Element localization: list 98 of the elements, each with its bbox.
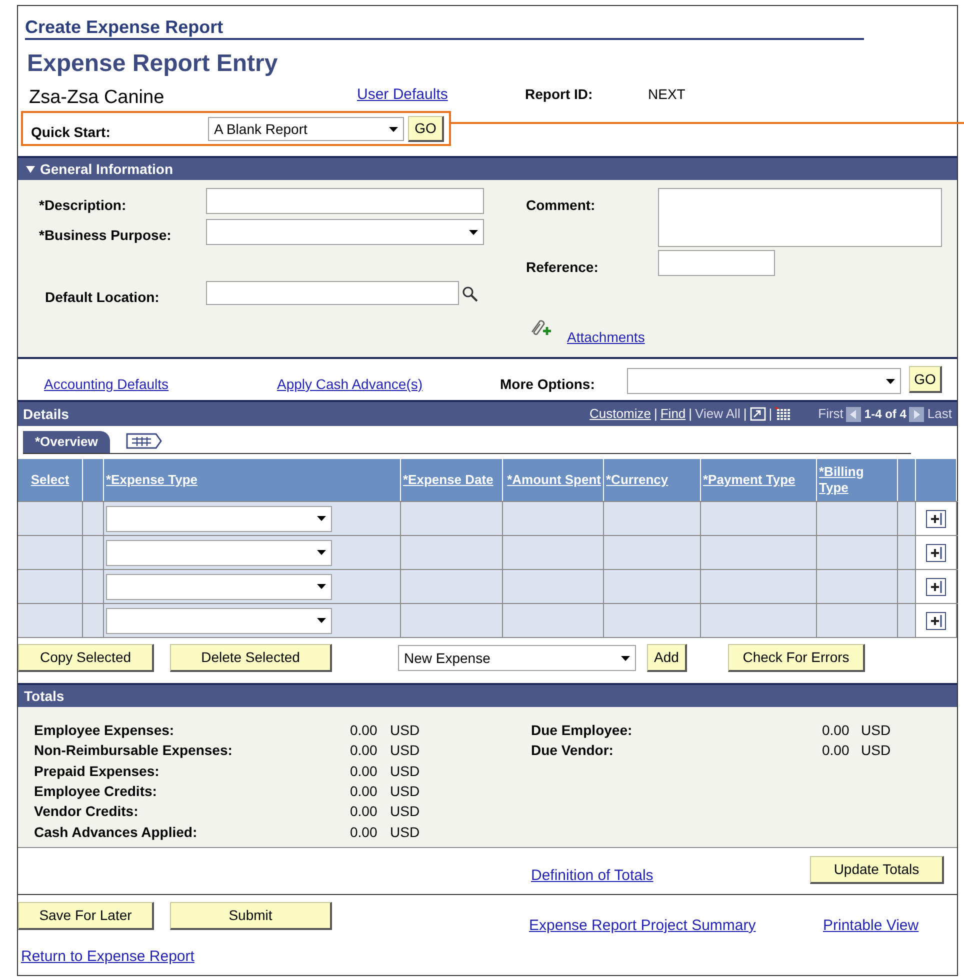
expense-type-dropdown[interactable] (106, 540, 332, 566)
add-row-icon[interactable] (926, 544, 946, 562)
field-label: Reference: (526, 258, 598, 277)
currency-text: USD (390, 721, 420, 740)
comment-field[interactable] (658, 188, 942, 247)
currency-text: USD (390, 782, 420, 801)
caret-icon (621, 656, 630, 660)
page-title: Create Expense Report (25, 16, 864, 40)
expense-type-dropdown[interactable] (106, 608, 332, 634)
report-id-value: NEXT (648, 85, 686, 104)
total-label: Due Employee: (531, 721, 632, 740)
field-label: Report ID: (525, 85, 593, 104)
caret-icon (317, 550, 326, 555)
add-row-icon[interactable] (926, 578, 946, 596)
paperclip-plus-icon[interactable] (529, 317, 553, 337)
field-label: Default Location: (45, 288, 160, 307)
go-button[interactable]: GO (408, 116, 444, 142)
add-row-icon[interactable] (926, 612, 946, 630)
total-amount: 0.00 (350, 762, 378, 781)
pager-range: 1-4 of 4 (864, 406, 906, 423)
update-totals-button[interactable]: Update Totals (810, 856, 944, 884)
quick-start-dropdown[interactable]: A Blank Report (208, 117, 404, 141)
total-label: Due Vendor: (531, 741, 614, 760)
business-purpose-dropdown[interactable] (206, 219, 484, 245)
save-for-later-button[interactable]: Save For Later (18, 902, 154, 930)
total-label: Cash Advances Applied: (34, 822, 198, 842)
currency-text: USD (390, 741, 420, 760)
section-title: Details (23, 404, 69, 424)
separator-text: | (688, 405, 692, 424)
zoom-window-icon[interactable] (750, 407, 766, 421)
separator-text: | (654, 405, 658, 424)
total-amount: 0.00 (350, 782, 378, 801)
reference-field[interactable] (658, 250, 775, 276)
columns-tab-icon[interactable] (126, 432, 162, 450)
apply-cash-advance-link[interactable]: Apply Cash Advance(s) (277, 374, 423, 395)
total-label: Non-Reimbursable Expenses: (34, 741, 232, 760)
next-icon[interactable] (909, 406, 924, 422)
go-button[interactable]: GO (909, 366, 942, 393)
toolbar-link[interactable]: Customize (590, 404, 651, 424)
field-label: *Description: (39, 196, 126, 215)
caret-icon (317, 618, 326, 623)
separator-text: | (768, 405, 772, 424)
new-expense-dropdown[interactable]: New Expense (398, 645, 636, 671)
expense-type-dropdown[interactable] (106, 506, 332, 532)
location-field[interactable] (206, 281, 459, 305)
return-link[interactable]: Return to Expense Report (21, 946, 194, 968)
section-header[interactable]: General Information (18, 156, 957, 180)
user-defaults-link[interactable]: User Defaults (357, 84, 448, 106)
total-amount: 0.00 (822, 721, 850, 740)
caret-icon (317, 516, 326, 521)
attachments-link[interactable]: Attachments (567, 327, 645, 348)
field-label: *Business Purpose: (39, 226, 172, 245)
totals-header: Totals (18, 683, 957, 707)
definition-of-totals-link[interactable]: Definition of Totals (531, 865, 654, 888)
add-button[interactable]: Add (647, 644, 687, 672)
expense-type-dropdown[interactable] (106, 574, 332, 600)
project-summary-link[interactable]: Expense Report Project Summary (529, 915, 756, 938)
caret-icon (886, 378, 895, 384)
field-label: More Options: (500, 375, 595, 394)
caret-icon (389, 126, 398, 132)
total-amount: 0.00 (350, 822, 378, 842)
currency-text: USD (861, 721, 891, 740)
employee-name: Zsa-Zsa Canine (29, 86, 164, 110)
caret-icon (317, 584, 326, 589)
delete-selected-button[interactable]: Delete Selected (170, 644, 332, 672)
tab[interactable]: *Overview (23, 431, 110, 453)
more-options-dropdown[interactable] (627, 368, 901, 394)
search-icon[interactable] (462, 286, 478, 302)
total-label: Employee Credits: (34, 782, 157, 801)
page-heading: Expense Report Entry (27, 50, 279, 78)
previous-icon[interactable] (846, 406, 862, 422)
submit-button[interactable]: Submit (170, 902, 332, 930)
toolbar-link[interactable]: Find (660, 404, 686, 424)
printable-view-link[interactable]: Printable View (823, 915, 919, 938)
description-field[interactable] (206, 188, 484, 214)
caret-icon (469, 230, 478, 234)
total-label: Vendor Credits: (34, 802, 138, 822)
total-label: Employee Expenses: (34, 721, 174, 740)
grid-download-icon[interactable] (775, 407, 792, 421)
copy-selected-button[interactable]: Copy Selected (18, 644, 154, 672)
currency-text: USD (390, 762, 420, 781)
field-label: Comment: (526, 196, 596, 215)
toolbar-text: View All (695, 405, 740, 424)
accounting-defaults-link[interactable]: Accounting Defaults (44, 374, 169, 395)
total-label: Prepaid Expenses: (34, 762, 160, 781)
field-label: Quick Start: (31, 123, 110, 142)
add-row-icon[interactable] (926, 510, 946, 528)
separator-text: | (743, 405, 747, 424)
pager-text: Last (927, 405, 952, 424)
currency-text: USD (861, 741, 891, 760)
currency-text: USD (390, 802, 420, 822)
check-errors-button[interactable]: Check For Errors (728, 644, 865, 672)
currency-text: USD (390, 822, 420, 842)
total-amount: 0.00 (350, 802, 378, 822)
total-amount: 0.00 (350, 741, 378, 760)
total-amount: 0.00 (350, 721, 378, 740)
pager-text: First (818, 405, 844, 424)
total-amount: 0.00 (822, 741, 850, 760)
